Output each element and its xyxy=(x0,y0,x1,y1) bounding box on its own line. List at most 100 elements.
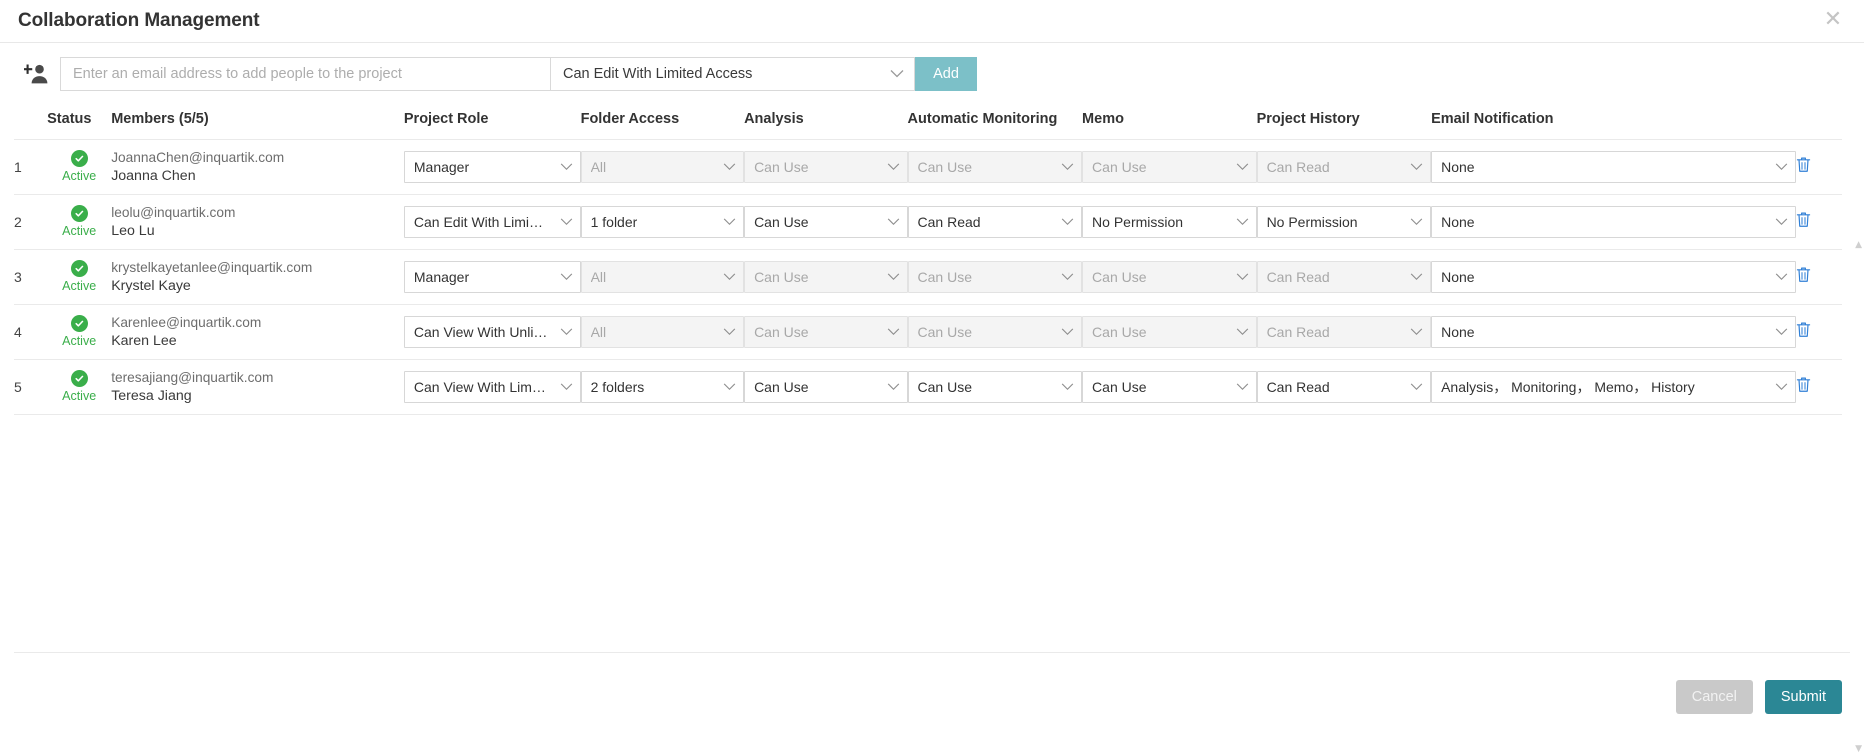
chevron-down-icon xyxy=(1061,383,1074,391)
memo-value: Can Use xyxy=(1092,379,1147,395)
analysis-select[interactable]: Can Use xyxy=(744,371,908,403)
cell-email-notification: None xyxy=(1431,304,1796,360)
email-notification-select[interactable]: None xyxy=(1431,206,1796,238)
project-role-select[interactable]: Manager xyxy=(403,261,581,293)
chevron-down-icon xyxy=(1236,273,1249,281)
chevron-down-icon xyxy=(723,218,736,226)
automatic-monitoring-value: Can Use xyxy=(917,269,972,285)
scroll-down-arrow[interactable]: ▼ xyxy=(1855,745,1862,754)
status-label: Active xyxy=(62,279,97,294)
analysis-select[interactable]: Can Use xyxy=(744,206,908,238)
project-history-value: Can Read xyxy=(1266,269,1330,285)
row-index: 1 xyxy=(14,139,48,195)
delete-row-icon[interactable] xyxy=(1796,211,1811,228)
check-circle-icon xyxy=(70,260,88,278)
chevron-down-icon xyxy=(887,383,900,391)
member-name: Teresa Jiang xyxy=(111,387,192,404)
email-notification-value: None xyxy=(1441,269,1475,285)
default-role-select[interactable]: Can Edit With Limited Access xyxy=(550,57,915,91)
automatic-monitoring-select[interactable]: Can Read xyxy=(907,206,1083,238)
analysis-select: Can Use xyxy=(744,261,908,293)
email-notification-select[interactable]: None xyxy=(1431,316,1796,348)
cell-delete xyxy=(1795,304,1842,360)
project-history-select: Can Read xyxy=(1256,261,1432,293)
close-icon[interactable]: ✕ xyxy=(1820,7,1846,33)
add-button[interactable]: Add xyxy=(915,57,977,91)
cell-email-notification: Analysis， Monitoring， Memo， History xyxy=(1431,359,1796,415)
cell-automatic-monitoring: Can Use xyxy=(907,249,1083,305)
folder-access-select[interactable]: 1 folder xyxy=(580,206,745,238)
chevron-down-icon xyxy=(1061,218,1074,226)
folder-access-select[interactable]: 2 folders xyxy=(580,371,745,403)
cell-folder-access: 2 folders xyxy=(580,359,745,415)
member-info: krystelkayetanlee@inquartik.com Krystel K… xyxy=(111,249,404,305)
cell-project-history: Can Read xyxy=(1256,359,1432,415)
project-role-select[interactable]: Can View With Lim… xyxy=(403,371,581,403)
member-email: teresajiang@inquartik.com xyxy=(111,369,274,385)
email-notification-value: None xyxy=(1441,214,1475,230)
member-info: Karenlee@inquartik.com Karen Lee xyxy=(111,304,404,360)
memo-select[interactable]: Can Use xyxy=(1082,371,1257,403)
project-role-select[interactable]: Can View With Unli… xyxy=(403,316,581,348)
footer-divider xyxy=(14,652,1850,653)
table-row: 2 Active leolu@inquartik.com Leo Lu Can Edit… xyxy=(14,194,1842,250)
check-circle-icon xyxy=(70,315,88,333)
delete-row-icon[interactable] xyxy=(1796,376,1811,393)
cell-project-role: Can View With Unli… xyxy=(403,304,581,360)
project-history-select[interactable]: Can Read xyxy=(1256,371,1432,403)
member-info: teresajiang@inquartik.com Teresa Jiang xyxy=(111,359,404,415)
folder-access-value: 1 folder xyxy=(590,214,638,230)
cell-analysis: Can Use xyxy=(744,304,908,360)
cell-analysis: Can Use xyxy=(744,359,908,415)
member-email: JoannaChen@inquartik.com xyxy=(111,149,285,165)
folder-access-value: All xyxy=(590,324,607,340)
cell-automatic-monitoring: Can Read xyxy=(907,194,1083,250)
column-header-status: Status xyxy=(47,111,92,127)
delete-row-icon[interactable] xyxy=(1796,156,1811,173)
submit-button[interactable]: Submit xyxy=(1764,680,1842,714)
column-header-index xyxy=(14,105,47,140)
email-notification-select[interactable]: None xyxy=(1431,151,1796,183)
cancel-button[interactable]: Cancel xyxy=(1675,680,1753,714)
analysis-value: Can Use xyxy=(754,324,809,340)
project-role-select[interactable]: Manager xyxy=(403,151,581,183)
column-header-members: Members (5/5) xyxy=(111,111,209,127)
cell-analysis: Can Use xyxy=(744,194,908,250)
member-info: leolu@inquartik.com Leo Lu xyxy=(111,194,404,250)
project-history-select: Can Read xyxy=(1256,151,1432,183)
column-header-automatic-monitoring: Automatic Monitoring xyxy=(907,111,1058,127)
analysis-value: Can Use xyxy=(754,269,809,285)
analysis-value: Can Use xyxy=(754,379,809,395)
cell-delete xyxy=(1795,194,1842,250)
cell-memo: Can Use xyxy=(1082,139,1257,195)
email-notification-select[interactable]: Analysis， Monitoring， Memo， History xyxy=(1431,371,1796,403)
column-header-project-history: Project History xyxy=(1256,111,1360,127)
email-input[interactable] xyxy=(60,57,550,91)
chevron-down-icon xyxy=(1775,328,1788,336)
dialog-footer: Cancel Submit xyxy=(1675,680,1842,714)
project-role-value: Manager xyxy=(413,269,470,285)
chevron-down-icon xyxy=(723,383,736,391)
add-member-bar: Can Edit With Limited Access Add xyxy=(0,43,1864,105)
folder-access-select: All xyxy=(580,316,745,348)
automatic-monitoring-select[interactable]: Can Use xyxy=(907,371,1083,403)
delete-row-icon[interactable] xyxy=(1796,321,1811,338)
status-label: Active xyxy=(62,169,97,184)
status-badge: Active xyxy=(47,139,112,195)
row-index: 4 xyxy=(14,304,48,360)
email-notification-select[interactable]: None xyxy=(1431,261,1796,293)
automatic-monitoring-value: Can Use xyxy=(917,324,972,340)
memo-select[interactable]: No Permission xyxy=(1082,206,1257,238)
table-row: 1 Active JoannaChen@inquartik.com Joanna Ch… xyxy=(14,139,1842,195)
cell-memo: Can Use xyxy=(1082,359,1257,415)
table-row: 3 Active krystelkayetanlee@inquartik.com Kr… xyxy=(14,249,1842,305)
cell-automatic-monitoring: Can Use xyxy=(907,139,1083,195)
scroll-up-arrow[interactable]: ▲ xyxy=(1855,241,1862,250)
delete-row-icon[interactable] xyxy=(1796,266,1811,283)
analysis-select: Can Use xyxy=(744,151,908,183)
project-role-select[interactable]: Can Edit With Limi… xyxy=(403,206,581,238)
column-header-delete xyxy=(1796,105,1842,140)
project-history-select[interactable]: No Permission xyxy=(1256,206,1432,238)
chevron-down-icon xyxy=(1410,328,1423,336)
chevron-down-icon xyxy=(887,328,900,336)
